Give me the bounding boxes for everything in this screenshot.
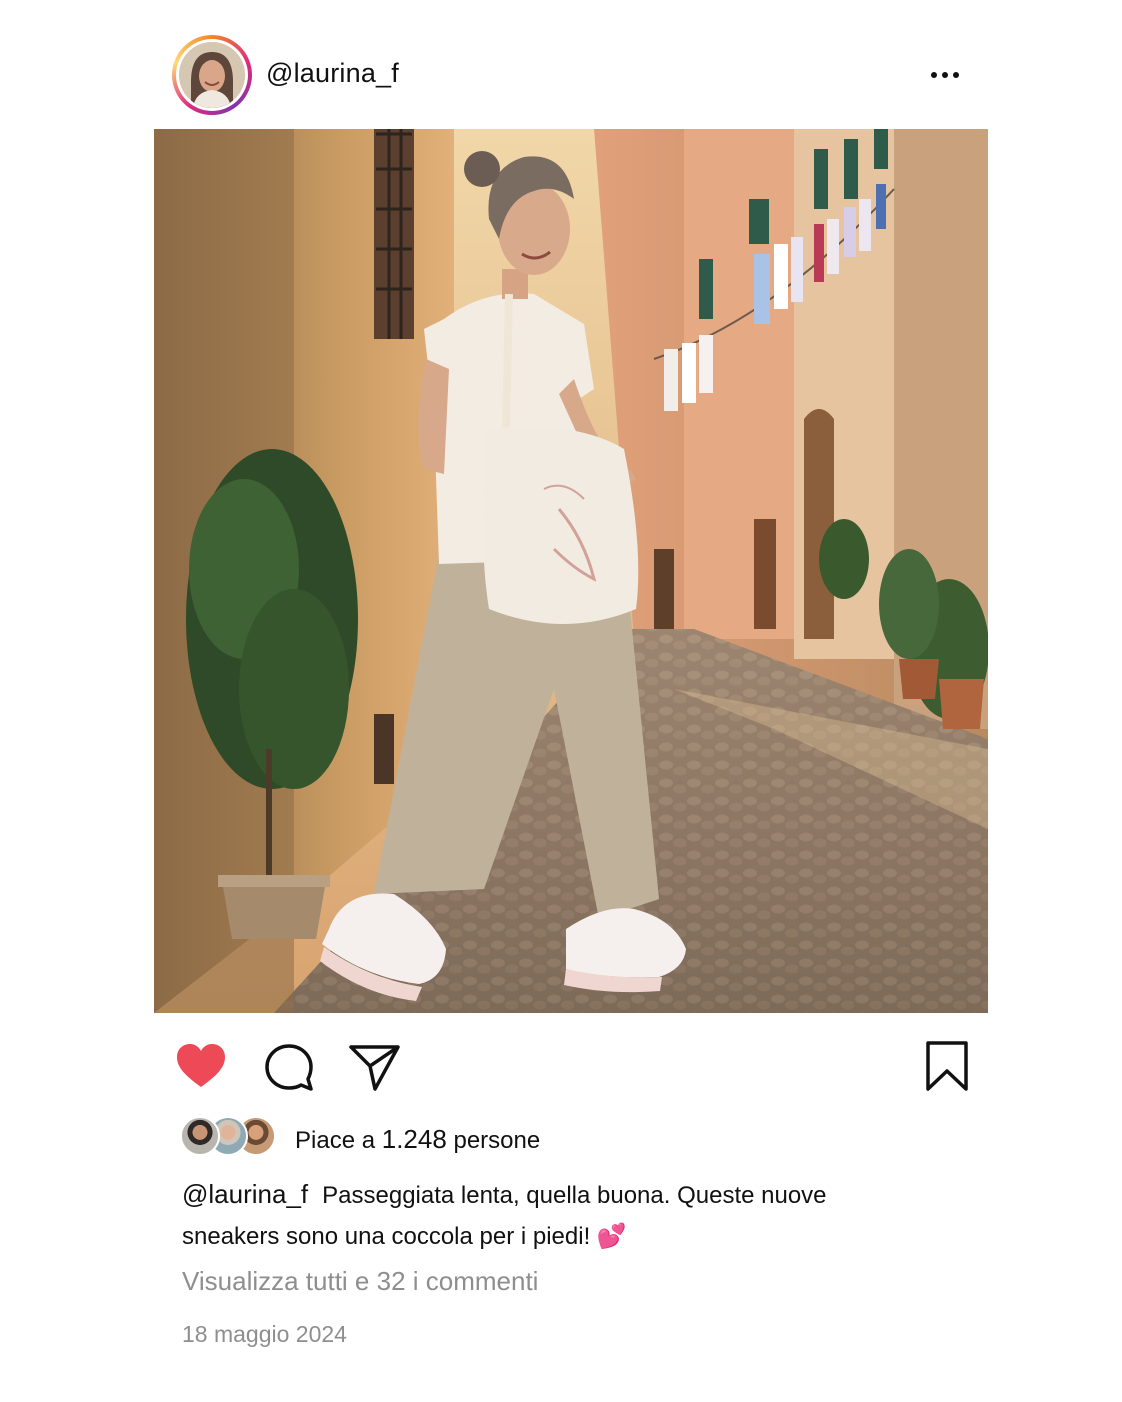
post-photo[interactable] xyxy=(154,129,988,1013)
avatar-photo xyxy=(179,42,245,108)
view-comments-link[interactable]: Visualizza tutti e 32 i commenti xyxy=(182,1266,538,1297)
heart-filled-icon xyxy=(177,1044,225,1087)
post-header: @laurina_f xyxy=(0,0,1122,130)
post-actions xyxy=(0,1035,1122,1095)
post-image xyxy=(154,129,988,1013)
post-date: 18 maggio 2024 xyxy=(182,1321,347,1347)
share-button[interactable] xyxy=(348,1039,402,1093)
more-options-button[interactable] xyxy=(924,60,968,90)
caption-username[interactable]: @laurina_f xyxy=(182,1179,308,1209)
paper-plane-icon xyxy=(349,1045,400,1091)
two-hearts-emoji: 💕 xyxy=(596,1222,627,1250)
like-button[interactable] xyxy=(174,1039,228,1093)
profile-avatar[interactable] xyxy=(172,35,252,115)
post-username[interactable]: @laurina_f xyxy=(266,58,399,89)
likes-count[interactable]: 1.248 xyxy=(382,1124,447,1154)
post-caption: @laurina_f Passeggiata lenta, quella buon… xyxy=(182,1174,922,1257)
likes-text: Piace a 1.248 persone xyxy=(295,1124,540,1155)
save-button[interactable] xyxy=(920,1039,974,1093)
likes-row[interactable]: Piace a 1.248 persone xyxy=(180,1112,940,1160)
comment-icon xyxy=(265,1044,313,1091)
bookmark-icon xyxy=(926,1041,968,1091)
more-horizontal-icon xyxy=(931,72,959,78)
comment-button[interactable] xyxy=(262,1039,316,1093)
liker-avatar xyxy=(180,1116,220,1156)
likes-suffix: persone xyxy=(453,1127,541,1154)
likes-prefix: Piace a xyxy=(295,1127,376,1154)
